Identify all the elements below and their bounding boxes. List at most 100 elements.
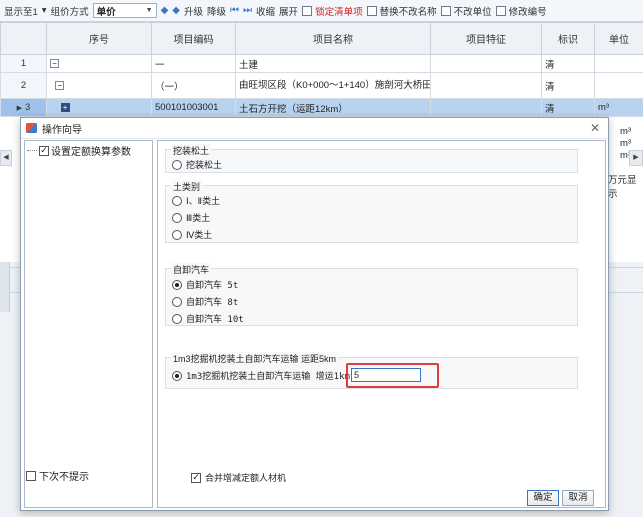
radio-button[interactable] — [172, 313, 182, 324]
code-cell[interactable]: （一） — [151, 72, 236, 99]
collapse-button[interactable]: 收缩 — [256, 4, 275, 18]
lock-items-checkbox[interactable] — [302, 5, 313, 16]
modify-code-option[interactable]: 修改编号 — [495, 4, 547, 18]
radio-option[interactable]: 自卸汽车 10t — [172, 312, 244, 325]
code-cell[interactable]: 500101003001 — [151, 98, 236, 117]
table-row-selected[interactable]: ▶ 3 + 500101003001 土石方开挖（运距12km） 清 m³ — [0, 98, 643, 117]
expand-all-icon[interactable]: ⏭ — [243, 5, 252, 16]
column-header[interactable]: 序号 — [46, 22, 152, 55]
merge-option[interactable]: ✓ 合并增减定额人材机 — [191, 471, 286, 484]
no-unit-change-checkbox[interactable] — [440, 5, 451, 16]
radio-label: 自卸汽车 5t — [186, 281, 239, 291]
display-to-dropdown[interactable]: 显示至1 — [4, 4, 38, 18]
radio-button-selected[interactable] — [172, 370, 182, 381]
radio-option[interactable]: 自卸汽车 8t — [172, 295, 238, 308]
unit-cell[interactable] — [594, 54, 643, 73]
mark-cell[interactable]: 清 — [541, 98, 595, 117]
cancel-button[interactable]: 取消 — [562, 490, 594, 506]
table-row[interactable]: 2 − （一） 由旺坝区段（K0+000～1+140）施剖河大桥田段（K11+6… — [0, 72, 643, 99]
radio-button-selected[interactable] — [172, 279, 182, 290]
close-icon[interactable]: ✕ — [590, 121, 600, 135]
unit-cell[interactable]: m³ — [594, 98, 643, 117]
highlight-box — [346, 363, 439, 388]
no-show-again-checkbox[interactable] — [26, 470, 36, 481]
collapse-all-icon[interactable]: ⏮ — [230, 5, 239, 16]
scroll-left-icon[interactable]: ◀ — [0, 150, 12, 166]
radio-option[interactable]: Ⅲ类土 — [172, 211, 210, 224]
radio-button[interactable] — [172, 296, 182, 307]
row-number: ▶ 3 — [0, 98, 47, 117]
radio-button[interactable] — [172, 159, 182, 170]
merge-label: 合并增减定额人材机 — [205, 473, 287, 483]
table-row[interactable]: 1 − 一 土建 清 — [0, 54, 643, 73]
radio-option[interactable]: Ⅰ、Ⅱ类土 — [172, 194, 220, 207]
wanyuan-display-label: 万元显示 — [608, 175, 637, 200]
downgrade-button[interactable]: 降级 — [207, 4, 226, 18]
column-header[interactable]: 项目名称 — [235, 22, 431, 55]
radio-label: 1m3挖掘机挖装土自卸汽车运输 增运1km — [186, 372, 350, 382]
replace-no-name-option[interactable]: 替换不改名称 — [366, 4, 437, 18]
name-cell[interactable]: 由旺坝区段（K0+000～1+140）施剖河大桥田段（K11+660-K14+8… — [235, 72, 431, 99]
column-header[interactable]: 标识 — [541, 22, 595, 55]
dump-truck-group: 自卸汽车 自卸汽车 5t 自卸汽车 8t 自卸汽车 10t — [165, 263, 578, 326]
no-show-again-label: 下次不提示 — [39, 472, 89, 483]
radio-button[interactable] — [172, 195, 182, 206]
main-toolbar: 显示至1 ▾ 组价方式 单价 ▼ ◆ ◆ 升级 降级 ⏮ ⏭ 收缩 展开 锁定清… — [0, 0, 643, 22]
radio-label: 自卸汽车 8t — [186, 298, 239, 308]
move-up-icon[interactable]: ◆ — [161, 5, 169, 16]
loosened-soil-group: 挖装松土 挖装松土 — [165, 144, 578, 173]
tree-cell: − — [46, 72, 152, 99]
code-cell[interactable]: 一 — [151, 54, 236, 73]
name-cell[interactable]: 土石方开挖（运距12km） — [235, 98, 431, 117]
column-header[interactable]: 项目编码 — [151, 22, 236, 55]
mark-cell[interactable]: 清 — [541, 54, 595, 73]
wizard-dialog: 操作向导 ✕ ✓ 设置定额换算参数 下次不提示 挖装松土 挖装松土 土类别 Ⅰ、… — [20, 117, 609, 511]
unit-cell[interactable] — [594, 72, 643, 99]
no-show-again-option[interactable]: 下次不提示 — [26, 468, 89, 483]
unit-cell: m³ — [620, 138, 632, 149]
collapse-node-icon[interactable]: − — [50, 58, 59, 68]
expand-node-icon[interactable]: + — [60, 102, 70, 112]
step-checkbox[interactable]: ✓ — [39, 145, 49, 156]
price-method-value: 单价 — [96, 6, 116, 18]
upgrade-button[interactable]: 升级 — [184, 4, 203, 18]
replace-no-name-checkbox[interactable] — [366, 5, 377, 16]
tree-item-quota-params[interactable]: ✓ 设置定额换算参数 — [27, 143, 131, 158]
radio-label: 自卸汽车 10t — [186, 315, 244, 325]
radio-button[interactable] — [172, 229, 182, 240]
feature-cell[interactable] — [430, 54, 542, 73]
dialog-titlebar[interactable]: 操作向导 — [21, 118, 608, 139]
tree-item-label: 设置定额换算参数 — [51, 147, 131, 158]
no-unit-change-label: 不改单位 — [453, 6, 492, 18]
column-header[interactable]: 项目特征 — [430, 22, 542, 55]
scroll-right-icon[interactable]: ▶ — [629, 150, 643, 166]
move-down-icon[interactable]: ◆ — [172, 5, 180, 16]
params-panel: 挖装松土 挖装松土 土类别 Ⅰ、Ⅱ类土 Ⅲ类土 Ⅳ类土 自卸汽车 自卸汽车 5t… — [157, 140, 606, 508]
radio-option[interactable]: 自卸汽车 5t — [172, 278, 238, 291]
modify-code-label: 修改编号 — [508, 6, 547, 18]
radio-option[interactable]: 挖装松土 — [172, 158, 222, 171]
no-unit-change-option[interactable]: 不改单位 — [440, 4, 492, 18]
current-row-arrow-icon: ▶ — [16, 105, 23, 112]
side-splitter[interactable] — [0, 262, 10, 312]
caret-icon[interactable]: ▾ — [42, 5, 47, 16]
feature-cell[interactable] — [430, 72, 542, 99]
modify-code-checkbox[interactable] — [495, 5, 506, 16]
feature-cell[interactable] — [430, 98, 542, 117]
radio-option[interactable]: Ⅳ类土 — [172, 228, 212, 241]
mark-cell[interactable]: 清 — [541, 72, 595, 99]
expand-button[interactable]: 展开 — [279, 4, 298, 18]
lock-items-label: 锁定清单项 — [315, 6, 363, 18]
price-method-select[interactable]: 单价 ▼ — [92, 3, 157, 18]
price-method-label: 组价方式 — [50, 6, 89, 18]
merge-checkbox[interactable]: ✓ — [191, 472, 201, 483]
ok-button[interactable]: 确定 — [527, 490, 559, 506]
column-header[interactable]: 单位 — [594, 22, 643, 55]
collapse-node-icon[interactable]: − — [55, 80, 65, 90]
bill-grid: 序号 项目编码 项目名称 项目特征 标识 单位 1 − 一 土建 清 2 − （… — [0, 22, 643, 122]
radio-label: Ⅰ、Ⅱ类土 — [186, 197, 221, 207]
radio-option[interactable]: 1m3挖掘机挖装土自卸汽车运输 增运1km — [172, 369, 350, 382]
name-cell[interactable]: 土建 — [235, 54, 431, 73]
lock-items-option[interactable]: 锁定清单项 — [302, 4, 363, 18]
radio-button[interactable] — [172, 212, 182, 223]
